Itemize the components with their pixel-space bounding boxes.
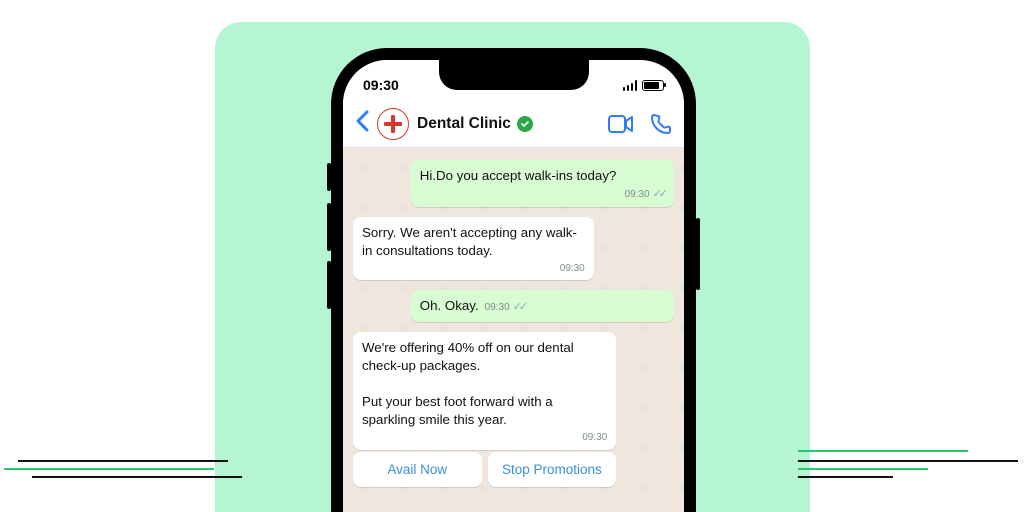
message-text: We're offering 40% off on our dental che… (362, 339, 607, 429)
contact-name[interactable]: Dental Clinic (417, 115, 511, 133)
status-time: 09:30 (363, 77, 399, 93)
power-button (696, 218, 700, 290)
message-buttons: Avail Now Stop Promotions (353, 452, 616, 487)
decor-stripe (32, 476, 242, 478)
chat-area[interactable]: Hi.Do you accept walk-ins today? 09:30 ✓… (343, 148, 684, 512)
chat-header: Dental Clinic (343, 100, 684, 148)
volume-button (327, 203, 331, 251)
message-time: 09:30 (625, 188, 650, 202)
decor-stripe (798, 468, 928, 470)
message-text: Hi.Do you accept walk-ins today? (420, 167, 665, 185)
volume-button (327, 261, 331, 309)
message-outgoing[interactable]: Hi.Do you accept walk-ins today? 09:30 ✓… (411, 160, 674, 207)
message-time: 09:30 (560, 262, 585, 276)
read-ticks-icon: ✓✓ (513, 300, 525, 315)
decor-stripe (798, 476, 893, 478)
message-incoming[interactable]: Sorry. We aren't accepting any walk-in c… (353, 217, 594, 280)
signal-icon (623, 80, 638, 91)
verified-badge-icon (517, 116, 533, 132)
message-text: Oh. Okay. (420, 297, 479, 315)
back-button[interactable] (355, 108, 369, 139)
read-ticks-icon: ✓✓ (653, 187, 665, 202)
decor-stripe (18, 460, 228, 462)
contact-avatar[interactable] (377, 108, 409, 140)
message-incoming[interactable]: We're offering 40% off on our dental che… (353, 332, 616, 449)
decor-stripe (4, 468, 214, 470)
status-icons (623, 80, 665, 91)
decor-stripe (798, 450, 968, 452)
message-meta: 09:30 (362, 262, 585, 276)
phone-screen: 09:30 Dental Clinic (343, 60, 684, 512)
message-meta: 09:30 ✓✓ (485, 300, 525, 315)
stop-promotions-button[interactable]: Stop Promotions (488, 452, 617, 487)
phone-notch (439, 60, 589, 90)
message-meta: 09:30 ✓✓ (420, 187, 665, 202)
message-time: 09:30 (582, 431, 607, 445)
video-call-button[interactable] (608, 115, 634, 133)
voice-call-button[interactable] (650, 113, 672, 135)
avail-now-button[interactable]: Avail Now (353, 452, 482, 487)
message-meta: 09:30 (362, 431, 607, 445)
phone-frame: 09:30 Dental Clinic (331, 48, 696, 512)
battery-icon (642, 80, 664, 91)
message-outgoing[interactable]: Oh. Okay. 09:30 ✓✓ (411, 290, 674, 322)
message-text: Sorry. We aren't accepting any walk-in c… (362, 224, 585, 260)
canvas: 09:30 Dental Clinic (0, 0, 1024, 512)
volume-button (327, 163, 331, 191)
message-time: 09:30 (485, 301, 510, 315)
decor-stripe (798, 460, 1018, 462)
